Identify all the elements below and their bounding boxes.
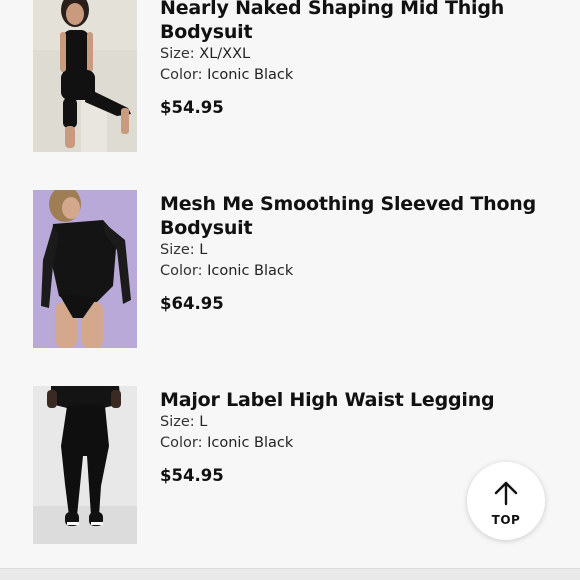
product-info: Nearly Naked Shaping Mid Thigh Bodysuit … [160, 0, 560, 119]
size-value: L [199, 242, 208, 258]
product-image[interactable] [33, 190, 137, 348]
back-to-top-button[interactable]: TOP [467, 462, 545, 540]
product-name[interactable]: Mesh Me Smoothing Sleeved Thong Bodysuit [160, 192, 560, 240]
color-value: Iconic Black [207, 435, 294, 451]
color-value: Iconic Black [207, 263, 294, 279]
color-label: Color: [160, 435, 203, 451]
product-info: Mesh Me Smoothing Sleeved Thong Bodysuit… [160, 192, 560, 315]
size-label: Size: [160, 46, 195, 62]
arrow-up-icon [493, 480, 519, 510]
product-color: Color: Iconic Black [160, 261, 560, 282]
product-name[interactable]: Major Label High Waist Legging [160, 388, 560, 412]
bottom-bar [0, 568, 580, 580]
order-items-page: Nearly Naked Shaping Mid Thigh Bodysuit … [0, 0, 580, 580]
color-label: Color: [160, 67, 203, 83]
product-size: Size: L [160, 412, 560, 433]
product-name[interactable]: Nearly Naked Shaping Mid Thigh Bodysuit [160, 0, 560, 44]
size-value: XL/XXL [199, 46, 251, 62]
product-color: Color: Iconic Black [160, 65, 560, 86]
top-label: TOP [491, 512, 521, 527]
product-size: Size: L [160, 240, 560, 261]
size-label: Size: [160, 242, 195, 258]
product-price: $54.95 [160, 98, 224, 117]
product-size: Size: XL/XXL [160, 44, 560, 65]
color-value: Iconic Black [207, 67, 294, 83]
product-image[interactable] [33, 0, 137, 152]
size-label: Size: [160, 414, 195, 430]
color-label: Color: [160, 263, 203, 279]
size-value: L [199, 414, 208, 430]
product-image[interactable] [33, 386, 137, 544]
product-color: Color: Iconic Black [160, 433, 560, 454]
product-price: $64.95 [160, 294, 224, 313]
